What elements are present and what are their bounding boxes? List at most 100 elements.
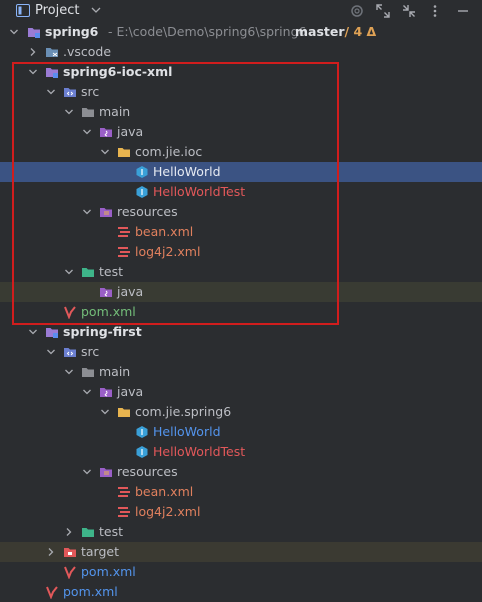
folder-icon (82, 368, 94, 377)
tree-node-helloworld[interactable]: HelloWorld (0, 422, 482, 442)
chevron-down-icon[interactable] (64, 267, 74, 277)
tree-label: log4j2.xml (135, 504, 201, 519)
tree-label: src (81, 84, 100, 99)
project-tool-window-header: Project (0, 0, 482, 22)
tree-label: com.jie.spring6 (135, 404, 232, 419)
tree-label: target (81, 544, 120, 559)
tree-node-pom-xml[interactable]: pom.xml (0, 562, 482, 582)
chevron-down-icon[interactable] (82, 467, 92, 477)
tree-node-java[interactable]: java (0, 122, 482, 142)
chevron-down-icon[interactable] (28, 327, 38, 337)
tree-label: .vscode (63, 44, 112, 59)
chevron-down-icon[interactable] (64, 107, 74, 117)
tree-label: HelloWorld (153, 164, 221, 179)
resources-folder-icon (100, 468, 112, 477)
tree-node-src[interactable]: src (0, 342, 482, 362)
xml-file-icon (118, 247, 130, 257)
settings-gear-icon[interactable] (348, 2, 366, 20)
tree-node-root-pom-xml[interactable]: pom.xml (0, 582, 482, 602)
tree-node-spring6-root[interactable]: spring6 - E:\code\Demo\spring6\spring6 m… (0, 22, 482, 42)
tree-node-helloworldtest[interactable]: HelloWorldTest (0, 182, 482, 202)
source-folder-icon (64, 348, 76, 357)
tree-label: resources (117, 204, 178, 219)
package-folder-icon (118, 408, 130, 417)
chevron-down-icon[interactable] (82, 387, 92, 397)
chevron-down-icon[interactable] (28, 67, 38, 77)
test-folder-icon (82, 528, 94, 537)
root-project-path: - E:\code\Demo\spring6\spring6 (108, 24, 307, 39)
tree-node-target[interactable]: target (0, 542, 482, 562)
chevron-down-icon[interactable] (64, 367, 74, 377)
chevron-down-icon[interactable] (82, 127, 92, 137)
chevron-down-icon[interactable] (9, 27, 19, 37)
chevron-down-icon[interactable] (82, 207, 92, 217)
tree-node-spring-first[interactable]: spring-first (0, 322, 482, 342)
expand-all-icon[interactable] (374, 2, 392, 20)
folder-icon (82, 108, 94, 117)
tree-node-helloworld-selected[interactable]: HelloWorld (0, 162, 482, 182)
root-project-name: spring6 (45, 24, 99, 39)
tree-node-vscode[interactable]: .vscode (0, 42, 482, 62)
chevron-right-icon[interactable] (28, 47, 38, 57)
collapse-all-icon[interactable] (400, 2, 418, 20)
chevron-down-icon[interactable] (100, 147, 110, 157)
git-branch-label: master/ 4 Δ (295, 24, 377, 39)
xml-file-icon (118, 487, 130, 497)
tree-node-main[interactable]: main (0, 102, 482, 122)
chevron-down-icon[interactable] (100, 407, 110, 417)
tree-node-test-java[interactable]: java (0, 282, 482, 302)
resources-folder-icon (100, 208, 112, 217)
chevron-right-icon[interactable] (64, 527, 74, 537)
project-view-title[interactable]: Project (35, 3, 79, 18)
tree-node-test[interactable]: test (0, 262, 482, 282)
tree-label: src (81, 344, 100, 359)
tree-node-java[interactable]: java (0, 382, 482, 402)
tree-label: java (117, 284, 144, 299)
xml-file-icon (118, 227, 130, 237)
tree-node-package[interactable]: com.jie.spring6 (0, 402, 482, 422)
xml-file-icon (118, 507, 130, 517)
chevron-down-icon[interactable] (46, 347, 56, 357)
tree-label: test (99, 524, 124, 539)
java-source-root-icon (100, 288, 112, 297)
hide-panel-icon[interactable] (454, 2, 472, 20)
tree-label: bean.xml (135, 224, 194, 239)
tree-label: pom.xml (81, 564, 136, 579)
tree-node-main[interactable]: main (0, 362, 482, 382)
java-class-icon (136, 186, 148, 198)
tree-label: test (99, 264, 124, 279)
tree-node-resources[interactable]: resources (0, 202, 482, 222)
tree-node-log4j2-xml[interactable]: log4j2.xml (0, 242, 482, 262)
chevron-down-icon[interactable] (46, 87, 56, 97)
java-source-root-icon (100, 388, 112, 397)
chevron-right-icon[interactable] (46, 547, 56, 557)
java-class-icon (136, 446, 148, 458)
tree-node-log4j2-xml[interactable]: log4j2.xml (0, 502, 482, 522)
vscode-folder-icon (46, 48, 58, 57)
tree-node-bean-xml[interactable]: bean.xml (0, 222, 482, 242)
tree-node-test[interactable]: test (0, 522, 482, 542)
tree-node-spring6-ioc-xml[interactable]: spring6-ioc-xml (0, 62, 482, 82)
tree-label: HelloWorld (153, 424, 221, 439)
tree-node-bean-xml[interactable]: bean.xml (0, 482, 482, 502)
options-menu-icon[interactable] (426, 2, 444, 20)
package-folder-icon (118, 148, 130, 157)
tree-label: java (117, 124, 144, 139)
tree-node-helloworldtest[interactable]: HelloWorldTest (0, 442, 482, 462)
tree-node-src[interactable]: src (0, 82, 482, 102)
source-folder-icon (64, 88, 76, 97)
tree-node-package[interactable]: com.jie.ioc (0, 142, 482, 162)
excluded-folder-icon (64, 548, 76, 557)
tree-label: HelloWorldTest (153, 184, 246, 199)
chevron-down-icon[interactable] (90, 3, 102, 17)
maven-icon (46, 586, 58, 599)
tree-node-resources[interactable]: resources (0, 462, 482, 482)
tree-label: java (117, 384, 144, 399)
tree-node-pom-xml[interactable]: pom.xml (0, 302, 482, 322)
java-class-icon (136, 166, 148, 178)
tree-label: main (99, 104, 131, 119)
java-source-root-icon (100, 128, 112, 137)
tree-label: resources (117, 464, 178, 479)
project-tree: spring6 - E:\code\Demo\spring6\spring6 m… (0, 22, 482, 602)
java-class-icon (136, 426, 148, 438)
